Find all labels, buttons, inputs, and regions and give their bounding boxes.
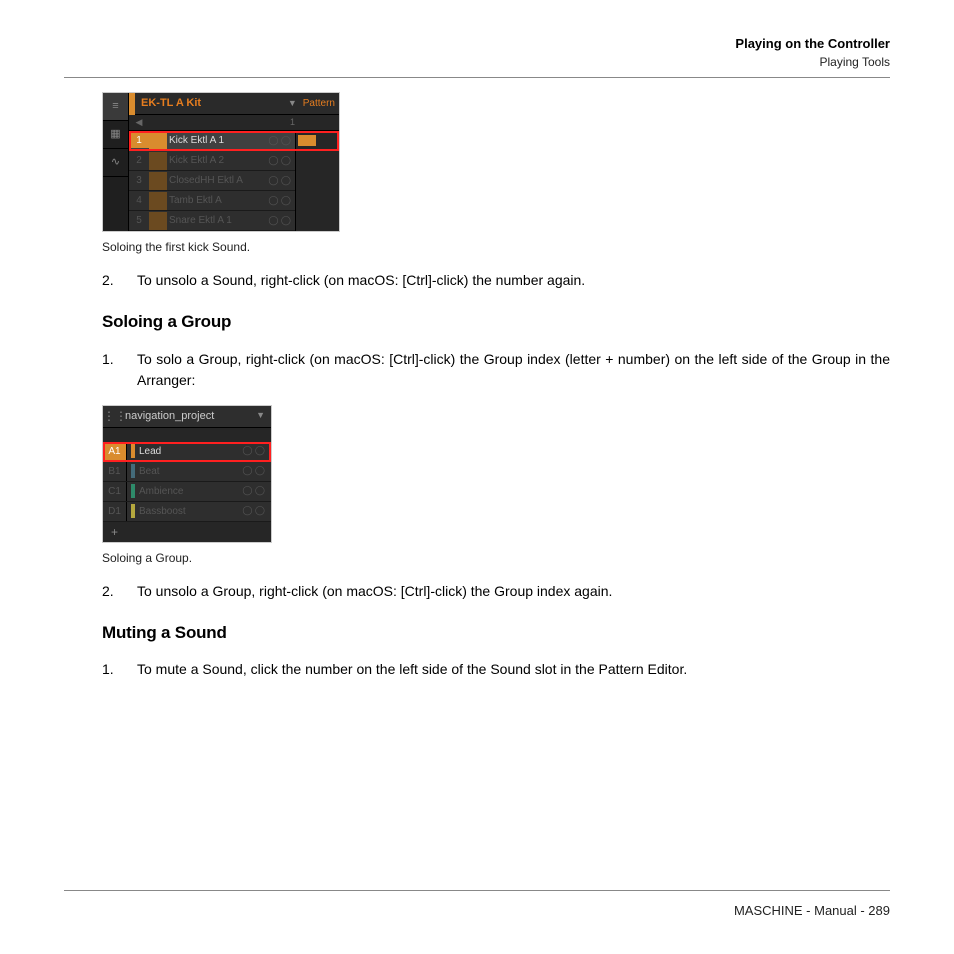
sound-color: [149, 132, 167, 150]
sound-color: [149, 212, 167, 230]
sound-name: Tamb Ektl A: [169, 193, 268, 208]
sound-editor-screenshot: ≡ ▦ ∿ EK-TL A Kit ▼ Pattern ◀ 1 1: [102, 92, 340, 232]
group-title[interactable]: EK-TL A Kit: [135, 95, 282, 112]
group-index[interactable]: A1: [103, 442, 127, 461]
sound-slot-row[interactable]: 5 Snare Ektl A 1 ◯ ◯: [129, 211, 339, 231]
figure-caption: Soloing the first kick Sound.: [102, 238, 890, 256]
list-item: 2. To unsolo a Sound, right-click (on ma…: [102, 270, 890, 291]
project-title[interactable]: navigation_project: [123, 408, 250, 425]
sound-color: [149, 192, 167, 210]
group-color-bar: [131, 464, 135, 478]
sound-slot-row[interactable]: 4 Tamb Ektl A ◯ ◯: [129, 191, 339, 211]
figure-caption: Soloing a Group.: [102, 549, 890, 567]
group-controls-icon[interactable]: ◯ ◯: [242, 444, 271, 458]
sound-number[interactable]: 3: [129, 173, 149, 188]
slot-controls-icon[interactable]: ◯ ◯: [268, 174, 295, 188]
sound-name: ClosedHH Ektl A: [169, 173, 268, 188]
sound-color: [149, 152, 167, 170]
header-subtitle: Playing Tools: [64, 55, 890, 69]
group-row[interactable]: C1 Ambience ◯ ◯: [103, 482, 271, 502]
list-number: 1.: [102, 349, 137, 391]
slot-controls-icon[interactable]: ◯ ◯: [268, 134, 295, 148]
list-view-icon[interactable]: ≡: [103, 93, 128, 121]
sound-name: Kick Ektl A 2: [169, 153, 268, 168]
list-number: 2.: [102, 581, 137, 602]
list-text: To unsolo a Group, right-click (on macOS…: [137, 581, 890, 602]
group-row[interactable]: A1 Lead ◯ ◯: [103, 442, 271, 462]
sound-number[interactable]: 4: [129, 193, 149, 208]
pattern-block[interactable]: [298, 135, 316, 146]
group-index[interactable]: B1: [103, 462, 127, 481]
slot-controls-icon[interactable]: ◯ ◯: [268, 214, 295, 228]
group-controls-icon[interactable]: ◯ ◯: [242, 504, 271, 518]
dropdown-icon[interactable]: ▼: [282, 97, 303, 111]
group-name: Beat: [139, 464, 242, 479]
list-item: 1. To mute a Sound, click the number on …: [102, 659, 890, 680]
list-number: 2.: [102, 270, 137, 291]
sound-slot-row[interactable]: 1 Kick Ektl A 1 ◯ ◯: [129, 131, 339, 151]
section-heading: Muting a Sound: [102, 620, 890, 646]
section-heading: Soloing a Group: [102, 309, 890, 335]
group-name: Lead: [139, 444, 242, 459]
group-index[interactable]: D1: [103, 502, 127, 521]
group-controls-icon[interactable]: ◯ ◯: [242, 484, 271, 498]
group-color-bar: [131, 444, 135, 458]
sound-slot-row[interactable]: 3 ClosedHH Ektl A ◯ ◯: [129, 171, 339, 191]
list-item: 1. To solo a Group, right-click (on macO…: [102, 349, 890, 391]
add-group-button[interactable]: +: [103, 522, 271, 542]
list-text: To solo a Group, right-click (on macOS: …: [137, 349, 890, 391]
list-item: 2. To unsolo a Group, right-click (on ma…: [102, 581, 890, 602]
sound-name: Kick Ektl A 1: [169, 133, 268, 148]
speaker-icon[interactable]: ◀: [129, 116, 149, 130]
list-text: To unsolo a Sound, right-click (on macOS…: [137, 270, 890, 291]
group-color-bar: [131, 484, 135, 498]
sound-slot-row[interactable]: 2 Kick Ektl A 2 ◯ ◯: [129, 151, 339, 171]
group-index[interactable]: C1: [103, 482, 127, 501]
pattern-label[interactable]: Pattern: [303, 96, 339, 111]
dropdown-icon[interactable]: ▼: [250, 409, 271, 423]
sound-name: Snare Ektl A 1: [169, 213, 268, 228]
sound-number[interactable]: 2: [129, 153, 149, 168]
page-footer: MASCHINE - Manual - 289: [64, 890, 890, 918]
sound-color: [149, 172, 167, 190]
pad-view-icon[interactable]: ▦: [103, 121, 128, 149]
header-title: Playing on the Controller: [64, 36, 890, 51]
list-text: To mute a Sound, click the number on the…: [137, 659, 890, 680]
group-name: Bassboost: [139, 504, 242, 519]
group-controls-icon[interactable]: ◯ ◯: [242, 464, 271, 478]
group-color-bar: [131, 504, 135, 518]
sound-number[interactable]: 5: [129, 213, 149, 228]
waveform-icon[interactable]: ∿: [103, 149, 128, 177]
pattern-number-row: 1: [149, 116, 339, 130]
slot-controls-icon[interactable]: ◯ ◯: [268, 154, 295, 168]
page-header: Playing on the Controller Playing Tools: [64, 36, 890, 78]
group-name: Ambience: [139, 484, 242, 499]
group-arranger-screenshot: ⋮⋮ navigation_project ▼ A1 Lead ◯ ◯ B1 B…: [102, 405, 272, 543]
grip-icon[interactable]: ⋮⋮: [103, 407, 123, 425]
group-row[interactable]: B1 Beat ◯ ◯: [103, 462, 271, 482]
list-number: 1.: [102, 659, 137, 680]
sound-number[interactable]: 1: [129, 133, 149, 148]
slot-controls-icon[interactable]: ◯ ◯: [268, 194, 295, 208]
group-row[interactable]: D1 Bassboost ◯ ◯: [103, 502, 271, 522]
